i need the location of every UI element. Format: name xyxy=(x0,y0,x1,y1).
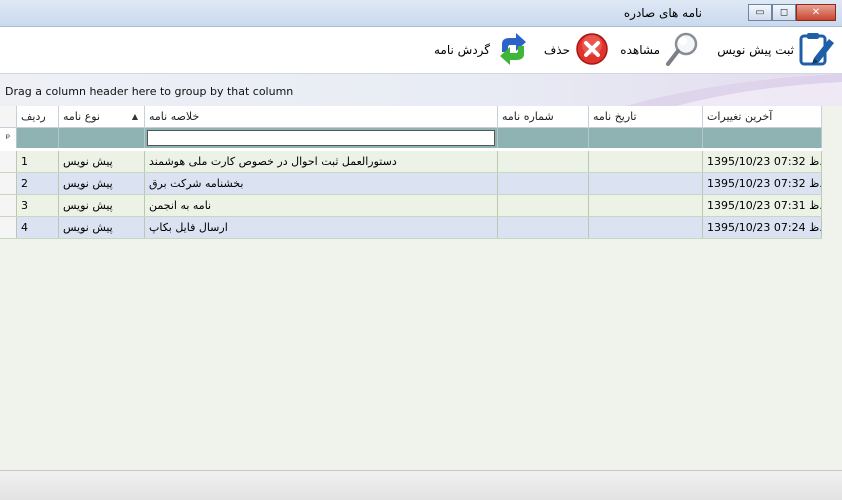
column-header-row-no[interactable]: ردیف xyxy=(17,106,59,127)
cell-last-change: 1395/10/23 07:31 ب.ظ xyxy=(703,195,822,216)
column-header-summary[interactable]: خلاصه نامه xyxy=(145,106,498,127)
column-header-letter-type-label: نوع نامه xyxy=(63,110,101,123)
letter-circulation-button[interactable]: گردش نامه xyxy=(434,31,532,69)
letters-grid: ردیف نوع نامه ▲ خلاصه نامه شماره نامه تا… xyxy=(0,106,842,470)
filter-row-indicator-icon: ᵖ xyxy=(0,128,17,148)
cell-number xyxy=(498,195,589,216)
view-label: مشاهده xyxy=(620,43,660,57)
table-row[interactable]: 4 پیش نویس ارسال فایل بکاپ 1395/10/23 07… xyxy=(0,217,822,239)
window-controls: ▭ ◻ ✕ xyxy=(748,4,836,21)
status-bar xyxy=(0,470,842,500)
grid-header: ردیف نوع نامه ▲ خلاصه نامه شماره نامه تا… xyxy=(0,106,822,128)
delete-button[interactable]: حذف xyxy=(544,31,610,69)
magnifier-icon xyxy=(664,30,702,71)
filter-cell-row-no[interactable] xyxy=(17,128,59,148)
cell-summary: ارسال فایل بکاپ xyxy=(145,217,498,238)
cell-letter-type: پیش نویس xyxy=(59,217,145,238)
cell-summary: بخشنامه شرکت برق xyxy=(145,173,498,194)
cell-letter-type: پیش نویس xyxy=(59,173,145,194)
filter-cell-date[interactable] xyxy=(589,128,703,148)
column-header-last-change[interactable]: آخرین تغییرات xyxy=(703,106,822,127)
cell-letter-type: پیش نویس xyxy=(59,195,145,216)
filter-cell-last-change[interactable] xyxy=(703,128,822,148)
cell-last-change: 1395/10/23 07:24 ب.ظ xyxy=(703,217,822,238)
cell-last-change: 1395/10/23 07:32 ب.ظ xyxy=(703,151,822,172)
window-title: نامه های صادره xyxy=(623,6,702,20)
filter-cell-number[interactable] xyxy=(498,128,589,148)
decorative-swoosh xyxy=(622,74,842,107)
new-draft-button[interactable]: ثبت پیش نویس xyxy=(717,31,836,69)
cell-date xyxy=(589,173,703,194)
sort-ascending-icon: ▲ xyxy=(131,112,138,121)
column-header-number[interactable]: شماره نامه xyxy=(498,106,589,127)
letter-circulation-label: گردش نامه xyxy=(434,43,490,57)
cell-number xyxy=(498,173,589,194)
column-header-date[interactable]: تاریخ نامه xyxy=(589,106,703,127)
circulation-arrows-icon xyxy=(494,30,532,71)
cell-letter-type: پیش نویس xyxy=(59,151,145,172)
cell-date xyxy=(589,195,703,216)
view-button[interactable]: مشاهده xyxy=(620,31,702,69)
restore-button[interactable]: ◻ xyxy=(772,4,796,21)
filter-cell-letter-type[interactable] xyxy=(59,128,145,148)
table-row[interactable]: 2 پیش نویس بخشنامه شرکت برق 1395/10/23 0… xyxy=(0,173,822,195)
cell-number xyxy=(498,151,589,172)
cell-summary: نامه به انجمن xyxy=(145,195,498,216)
delete-label: حذف xyxy=(543,43,570,57)
table-row[interactable]: 3 پیش نویس نامه به انجمن 1395/10/23 07:3… xyxy=(0,195,822,217)
toolbar: ثبت پیش نویس مشاهده حذف گردش نامه xyxy=(0,27,842,73)
group-by-hint: Drag a column header here to group by th… xyxy=(5,85,294,98)
cell-row-no: 1 xyxy=(17,151,59,172)
auto-filter-row: ᵖ xyxy=(0,128,822,148)
row-indicator-header xyxy=(0,106,17,127)
column-header-letter-type[interactable]: نوع نامه ▲ xyxy=(59,106,145,127)
cell-last-change: 1395/10/23 07:32 ب.ظ xyxy=(703,173,822,194)
cell-row-no: 2 xyxy=(17,173,59,194)
filter-cell-summary[interactable] xyxy=(145,128,498,148)
cell-row-no: 4 xyxy=(17,217,59,238)
title-bar: نامه های صادره ▭ ◻ ✕ xyxy=(0,0,842,27)
delete-x-icon xyxy=(574,31,610,70)
cell-date xyxy=(589,217,703,238)
grid-rows: 1 پیش نویس دستورالعمل ثبت احوال در خصوص … xyxy=(0,151,822,239)
summary-filter-input[interactable] xyxy=(147,130,495,146)
cell-row-no: 3 xyxy=(17,195,59,216)
new-draft-label: ثبت پیش نویس xyxy=(717,43,794,57)
edit-document-icon xyxy=(798,30,836,71)
cell-date xyxy=(589,151,703,172)
cell-summary: دستورالعمل ثبت احوال در خصوص کارت ملی هو… xyxy=(145,151,498,172)
minimize-button[interactable]: ▭ xyxy=(748,4,772,21)
table-row[interactable]: 1 پیش نویس دستورالعمل ثبت احوال در خصوص … xyxy=(0,151,822,173)
close-button[interactable]: ✕ xyxy=(796,4,836,21)
cell-number xyxy=(498,217,589,238)
group-by-panel[interactable]: Drag a column header here to group by th… xyxy=(0,73,842,107)
